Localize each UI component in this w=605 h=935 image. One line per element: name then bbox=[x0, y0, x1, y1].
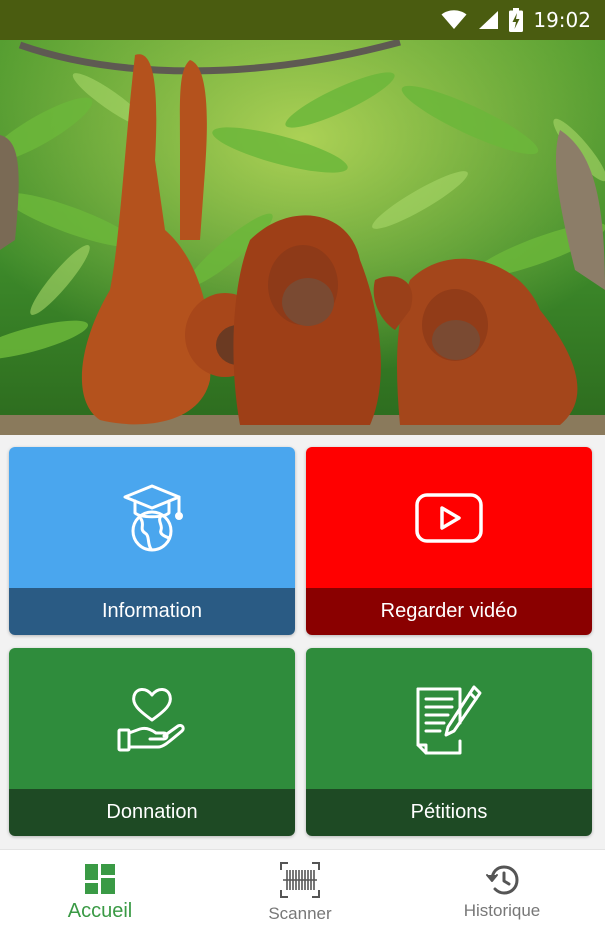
donation-tile-top bbox=[9, 648, 295, 789]
menu-tiles: Information Regarder vidéo Donnation Pét… bbox=[0, 435, 605, 849]
youtube-play-icon bbox=[415, 492, 483, 543]
information-tile-label-bar: Information bbox=[9, 588, 295, 635]
nav-label-scanner: Scanner bbox=[268, 904, 332, 923]
history-icon bbox=[486, 865, 519, 895]
bottom-navigation: Accueil Scanner Historique bbox=[0, 849, 605, 935]
battery-charging-icon bbox=[509, 8, 524, 32]
status-time: 19:02 bbox=[533, 8, 591, 32]
watch-video-tile-top bbox=[306, 447, 592, 588]
orangutans-illustration bbox=[0, 40, 605, 435]
home-grid-icon bbox=[85, 863, 115, 894]
wifi-icon bbox=[441, 10, 467, 29]
document-pen-icon bbox=[416, 685, 482, 754]
status-bar: 19:02 bbox=[0, 0, 605, 40]
hero-image bbox=[0, 40, 605, 435]
donation-tile-label: Donnation bbox=[106, 801, 198, 823]
nav-label-historique: Historique bbox=[463, 901, 541, 920]
information-tile[interactable]: Information bbox=[9, 447, 295, 635]
watch-video-tile-label: Regarder vidéo bbox=[380, 600, 518, 622]
nav-item-accueil[interactable]: Accueil bbox=[0, 850, 200, 935]
information-tile-top bbox=[9, 447, 295, 588]
nav-label-accueil: Accueil bbox=[67, 899, 133, 922]
heart-in-hand-icon bbox=[117, 687, 185, 751]
watch-video-tile[interactable]: Regarder vidéo bbox=[306, 447, 592, 635]
nav-item-historique[interactable]: Historique bbox=[402, 850, 602, 935]
petitions-tile[interactable]: Pétitions bbox=[306, 648, 592, 836]
nav-item-scanner[interactable]: Scanner bbox=[200, 850, 400, 935]
donation-tile-label-bar: Donnation bbox=[9, 789, 295, 836]
watch-video-tile-label-bar: Regarder vidéo bbox=[306, 588, 592, 635]
cell-signal-icon bbox=[479, 11, 499, 29]
barcode-scanner-icon bbox=[280, 862, 320, 898]
petitions-tile-top bbox=[306, 648, 592, 789]
donation-tile[interactable]: Donnation bbox=[9, 648, 295, 836]
information-tile-label: Information bbox=[101, 600, 203, 622]
petitions-tile-label-bar: Pétitions bbox=[306, 789, 592, 836]
petitions-tile-label: Pétitions bbox=[410, 801, 488, 823]
education-globe-icon bbox=[123, 484, 183, 551]
